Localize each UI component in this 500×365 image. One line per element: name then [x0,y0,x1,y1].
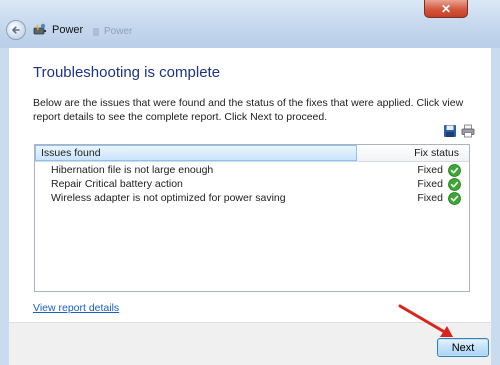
back-arrow-icon [12,26,20,34]
window-title: Power [52,24,84,36]
issue-name: Hibernation file is not large enough [51,164,214,176]
close-button[interactable]: ✕ [424,0,468,18]
column-header-status[interactable]: Fix status [414,145,459,161]
issue-name: Repair Critical battery action [51,178,183,190]
power-icon [33,23,46,35]
page-title: Troubleshooting is complete [33,64,221,81]
close-icon: ✕ [440,1,452,16]
table-row[interactable]: Repair Critical battery action Fixed [35,178,469,191]
issues-list-header: Issues found Fix status [35,145,469,162]
back-button[interactable] [6,20,26,40]
ghost-tab: Power [92,26,132,37]
issue-name: Wireless adapter is not optimized for po… [51,192,286,204]
page-description: Below are the issues that were found and… [33,97,464,123]
title-bar: Power Power ✕ [0,0,500,48]
footer-bar [9,322,491,365]
battery-icon [93,27,99,36]
view-report-details-link[interactable]: View report details [33,302,119,314]
save-icon[interactable] [443,124,457,138]
check-icon [448,164,461,177]
issues-list[interactable]: Issues found Fix status Hibernation file… [34,144,470,292]
check-icon [448,192,461,205]
table-row[interactable]: Wireless adapter is not optimized for po… [35,192,469,205]
check-icon [448,178,461,191]
next-button[interactable]: Next [437,338,489,357]
fix-status: Fixed [417,178,443,190]
fix-status: Fixed [417,164,443,176]
ghost-tab-label: Power [104,26,133,37]
table-row[interactable]: Hibernation file is not large enough Fix… [35,164,469,177]
column-header-issues[interactable]: Issues found [35,145,357,161]
print-icon[interactable] [461,124,475,138]
content-panel: Troubleshooting is complete Below are th… [9,48,491,322]
fix-status: Fixed [417,192,443,204]
